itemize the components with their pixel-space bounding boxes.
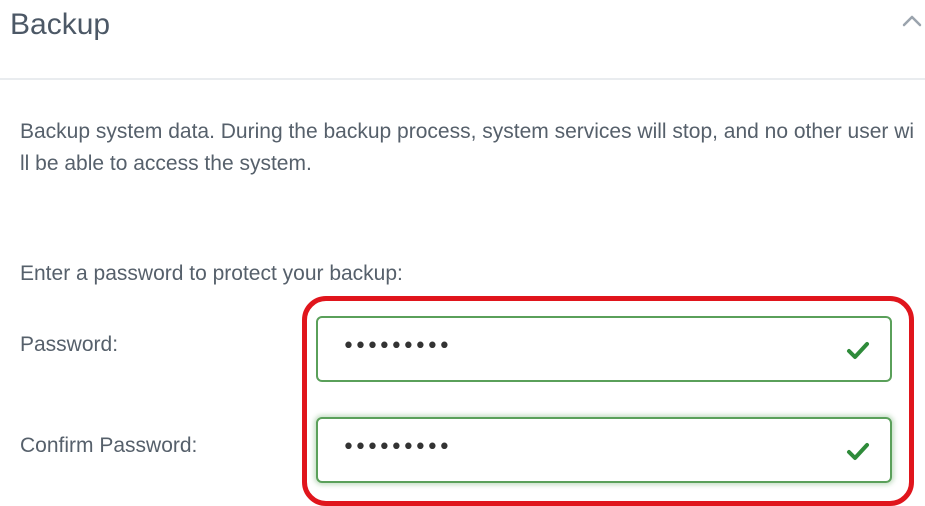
panel-title: Backup <box>10 8 111 41</box>
confirm-password-label: Confirm Password: <box>20 434 198 457</box>
confirm-password-value: ••••••••• <box>342 435 451 460</box>
check-icon <box>847 342 869 359</box>
password-input[interactable]: ••••••••• <box>316 316 892 382</box>
chevron-up-icon[interactable] <box>901 14 923 28</box>
backup-description: Backup system data. During the backup pr… <box>20 120 915 175</box>
confirm-password-input[interactable]: ••••••••• <box>316 417 892 483</box>
panel-header[interactable]: Backup <box>0 0 925 80</box>
password-value: ••••••••• <box>342 334 451 359</box>
password-label: Password: <box>20 333 119 356</box>
password-prompt: Enter a password to protect your backup: <box>20 262 403 285</box>
check-icon <box>847 443 869 460</box>
